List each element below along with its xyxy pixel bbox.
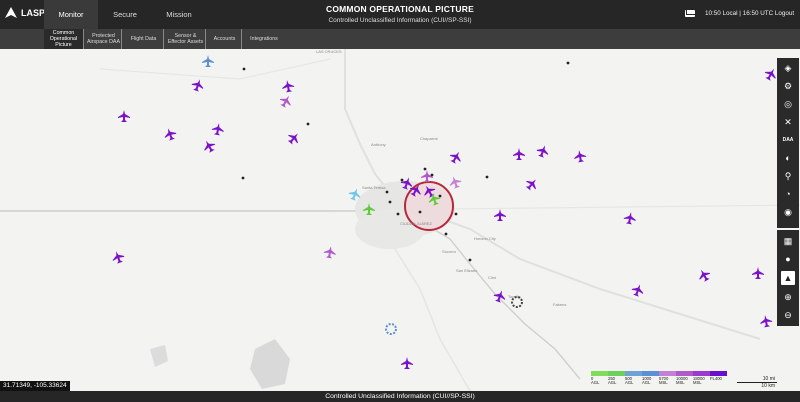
track-dot[interactable]	[444, 232, 448, 236]
classification-footer: Controlled Unclassified Information (CUI…	[0, 391, 800, 402]
aircraft-icon[interactable]	[110, 249, 125, 264]
scale-bottom: 10 km	[761, 383, 775, 389]
aircraft-layer	[110, 55, 776, 369]
aircraft-icon[interactable]	[759, 314, 773, 328]
tools-icon[interactable]: ✕	[781, 115, 795, 129]
mail-icon[interactable]	[685, 10, 695, 17]
signal-icon[interactable]: ◉	[781, 205, 795, 219]
aircraft-icon[interactable]	[118, 110, 130, 122]
aircraft-icon[interactable]	[211, 122, 225, 136]
page-title: COMMON OPERATIONAL PICTURE	[326, 4, 474, 14]
subtab-sensor-assets[interactable]: Sensor & Effector Assets	[166, 29, 206, 49]
logo-text: LASP	[21, 8, 46, 18]
legend-label: 250 AGL	[608, 376, 617, 386]
legend-label: 18000 MSL	[693, 376, 705, 386]
aircraft-icon[interactable]	[281, 79, 295, 93]
aircraft-icon[interactable]	[524, 176, 541, 193]
subtab-cop[interactable]: Common Operational Picture	[44, 29, 84, 49]
track-dot[interactable]	[418, 210, 422, 214]
daa-icon[interactable]: DAA	[781, 133, 795, 147]
tab-secure[interactable]: Secure	[98, 0, 152, 29]
track-dot[interactable]	[454, 212, 458, 216]
track-dot[interactable]	[430, 173, 434, 177]
aircraft-icon[interactable]	[401, 357, 413, 369]
filter-icon[interactable]: ◐	[781, 151, 795, 165]
tab-mission[interactable]: Mission	[152, 0, 206, 29]
aircraft-icon[interactable]	[573, 149, 587, 163]
subtab-integrations[interactable]: Integrations	[244, 29, 284, 49]
altitude-legend: 0 AGL 250 AGL 500 AGL 1000 AGL 5700 MSL 10000 MSL 18…	[591, 371, 727, 385]
target-icon[interactable]: ◎	[781, 97, 795, 111]
sensor-marker[interactable]	[511, 296, 523, 308]
scale-top: 10 mi	[737, 376, 777, 383]
track-dot[interactable]	[306, 122, 310, 126]
aircraft-icon[interactable]	[492, 288, 507, 303]
legend-segment	[591, 371, 608, 376]
sensor-marker[interactable]	[385, 323, 397, 335]
aircraft-icon[interactable]	[426, 191, 441, 206]
compass-icon[interactable]: ▲	[781, 271, 795, 285]
aircraft-icon[interactable]	[347, 186, 362, 201]
aircraft-icon[interactable]	[447, 174, 462, 189]
aircraft-icon[interactable]	[278, 93, 294, 109]
time-logout[interactable]: 10:50 Local | 16:50 UTC Logout	[705, 10, 794, 17]
track-dot[interactable]	[566, 61, 570, 65]
tab-monitor[interactable]: Monitor	[44, 0, 98, 29]
aircraft-icon[interactable]	[202, 55, 214, 67]
sub-navigation: Common Operational Picture Protected Air…	[0, 29, 800, 67]
pin-icon[interactable]: ●	[781, 252, 795, 266]
top-bar: LASP Monitor Secure Mission COMMON OPERA…	[0, 0, 800, 29]
subtab-flight-data[interactable]: Flight Data	[124, 29, 164, 49]
aircraft-icon[interactable]	[535, 143, 550, 158]
aircraft-icon[interactable]	[513, 148, 525, 160]
aircraft-icon[interactable]	[190, 77, 205, 92]
subtab-daa[interactable]: Protected Airspace DAA	[86, 29, 122, 49]
legend-label: 1000 AGL	[642, 376, 652, 386]
aircraft-icon[interactable]	[630, 282, 645, 297]
track-dot[interactable]	[396, 212, 400, 216]
legend-label: 10000 MSL	[676, 376, 688, 386]
aircraft-icon[interactable]	[421, 183, 437, 199]
aircraft-icon[interactable]	[494, 209, 506, 221]
legend-label: 0 AGL	[591, 376, 600, 386]
aircraft-icon[interactable]	[752, 267, 764, 279]
map-toolbar: ◈ ⚙ ◎ ✕ DAA ◐ ⚲ ◔ ◉	[777, 58, 799, 228]
gear-icon[interactable]: ⚙	[781, 79, 795, 93]
map-icon[interactable]: ▦	[781, 234, 795, 248]
track-dot[interactable]	[423, 167, 427, 171]
track-dot[interactable]	[241, 176, 245, 180]
map-controls: ▦ ● ▲ ⊕ ⊖	[777, 230, 799, 326]
track-dot[interactable]	[242, 67, 246, 71]
cursor-coordinates: 31.71349, -105.33624	[0, 381, 70, 391]
track-dot[interactable]	[468, 258, 472, 262]
person-icon[interactable]: ⚲	[781, 169, 795, 183]
aircraft-icon[interactable]	[696, 267, 712, 283]
aircraft-icon[interactable]	[286, 130, 303, 147]
aircraft-icon[interactable]	[623, 211, 637, 225]
track-dot[interactable]	[400, 178, 404, 182]
aircraft-icon[interactable]	[162, 126, 177, 141]
logo-icon	[5, 7, 17, 18]
radar-icon[interactable]: ◔	[781, 187, 795, 201]
map-scale: 10 mi 10 km	[737, 376, 777, 389]
aircraft-icon[interactable]	[323, 245, 337, 259]
legend-label: 500 AGL	[625, 376, 634, 386]
legend-label: 5700 MSL	[659, 376, 669, 386]
layers-icon[interactable]: ◈	[781, 61, 795, 75]
zoom-in-icon[interactable]: ⊕	[781, 290, 795, 304]
zoom-out-icon[interactable]: ⊖	[781, 308, 795, 322]
subtab-accounts[interactable]: Accounts	[208, 29, 242, 49]
track-dot[interactable]	[438, 194, 442, 198]
aircraft-icon[interactable]	[448, 149, 464, 165]
track-dot[interactable]	[388, 200, 392, 204]
aircraft-icon[interactable]	[201, 138, 217, 154]
aircraft-icon[interactable]	[363, 203, 375, 215]
map-canvas[interactable]: LAS CRUCES CIUDAD JUÁREZ Chaparral Antho…	[0, 49, 800, 391]
app-logo[interactable]: LASP	[4, 6, 45, 20]
page-subtitle: Controlled Unclassified Information (CUI…	[328, 17, 472, 24]
track-dot[interactable]	[485, 175, 489, 179]
legend-label: FL400	[710, 376, 722, 381]
track-dot[interactable]	[385, 190, 389, 194]
